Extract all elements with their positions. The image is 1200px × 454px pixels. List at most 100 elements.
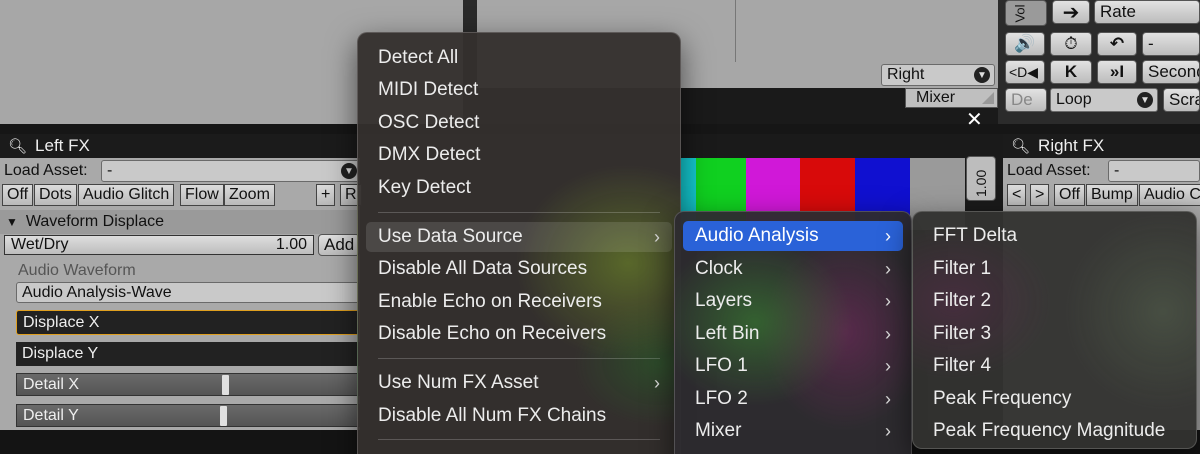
speaker-icon[interactable]: 🔊 [1005,32,1045,56]
menu-item-audio-analysis[interactable]: Audio Analysis › [683,221,903,251]
menu-item-clock[interactable]: Clock › [683,254,903,284]
menu-item-fft-delta[interactable]: FFT Delta [921,221,1188,251]
chevron-right-icon: › [885,420,891,441]
menu-item-label: Filter 4 [933,355,992,376]
menu-item-detect-all[interactable]: Detect All [366,43,672,73]
menu-item-label: Filter 3 [933,323,992,344]
audio-waveform-label: Audio Waveform [18,262,136,279]
rewind-icon[interactable]: K [1050,60,1092,84]
rate-value-field[interactable]: - [1142,32,1200,56]
next-arrow-button[interactable]: ➔ [1052,0,1090,24]
close-icon[interactable]: ✕ [966,107,983,132]
skip-forward-icon[interactable]: »I [1097,60,1137,84]
right-tab-off[interactable]: Off [1054,184,1086,206]
context-menu-main: Detect All MIDI Detect OSC Detect DMX De… [357,32,681,454]
center-preview-line [735,0,736,62]
wet-dry-slider[interactable]: Wet/Dry 1.00 [4,235,314,255]
de-button[interactable]: De [1005,88,1047,112]
menu-separator [378,212,660,213]
tab-label: Flow [185,186,219,203]
left-tab-dots[interactable]: Dots [34,184,77,206]
menu-item-disable-all-num-fx[interactable]: Disable All Num FX Chains [366,401,672,431]
wet-dry-value: 1.00 [275,236,307,253]
detail-x-slider[interactable]: Detail X [16,373,360,396]
menu-item-osc-detect[interactable]: OSC Detect [366,108,672,138]
second-field[interactable]: Second [1142,60,1200,84]
menu-item-midi-detect[interactable]: MIDI Detect [366,75,672,105]
menu-separator [378,358,660,359]
menu-item-label: Use Num FX Asset [378,372,539,393]
menu-item-lfo-1[interactable]: LFO 1 › [683,351,903,381]
menu-item-peak-frequency-magnitude[interactable]: Peak Frequency Magnitude [921,416,1188,446]
right-next-button[interactable]: > [1030,184,1050,206]
menu-item-peak-frequency[interactable]: Peak Frequency [921,384,1188,414]
menu-item-lfo-2[interactable]: LFO 2 › [683,384,903,414]
left-fx-title: Left FX [35,136,90,155]
tab-label: Dots [39,186,72,203]
chevron-down-icon: ▼ [1137,92,1153,108]
right-fx-title: Right FX [1038,136,1105,155]
menu-item-enable-echo[interactable]: Enable Echo on Receivers [366,287,672,317]
menu-item-use-num-fx-asset[interactable]: Use Num FX Asset › [366,368,672,398]
menu-item-filter-1[interactable]: Filter 1 [921,254,1188,284]
menu-item-disable-all-data-sources[interactable]: Disable All Data Sources [366,254,672,284]
left-load-asset-select[interactable]: - ▼ [101,160,360,182]
right-load-asset-label: Load Asset: [1007,162,1091,179]
menu-item-mixer[interactable]: Mixer › [683,416,903,446]
menu-item-filter-4[interactable]: Filter 4 [921,351,1188,381]
displace-x-label: Displace X [23,313,100,331]
left-fx-header: 🔍︎ Left FX [0,134,360,158]
displace-y-row[interactable]: Displace Y [16,342,360,366]
right-load-asset-value: - [1114,162,1120,179]
left-tab-flow[interactable]: Flow [180,184,224,206]
menu-item-label: Clock [695,258,743,279]
left-tab-audio-glitch[interactable]: Audio Glitch [78,184,175,206]
de-label: De [1011,90,1033,109]
level-slider[interactable]: 1.00 [966,156,996,201]
tab-label: R [345,186,357,203]
menu-item-label: Key Detect [378,177,471,198]
search-icon[interactable]: 🔍︎ [1011,137,1030,155]
mixer-label: Mixer [916,89,956,106]
search-icon[interactable]: 🔍︎ [8,137,27,155]
plus-icon: + [321,186,331,203]
undo-icon[interactable]: ↶ [1097,32,1137,56]
detail-y-slider[interactable]: Detail Y [16,404,360,427]
add-fx-button[interactable]: + [316,184,336,206]
menu-item-left-bin[interactable]: Left Bin › [683,319,903,349]
menu-item-disable-echo[interactable]: Disable Echo on Receivers [366,319,672,349]
right-select[interactable]: Right ▼ [881,64,995,86]
chevron-right-icon: › [885,323,891,344]
menu-item-key-detect[interactable]: Key Detect [366,173,672,203]
waveform-displace-header[interactable]: ▼ Waveform Displace [0,210,360,234]
scratch-button[interactable]: Scra [1163,88,1200,112]
scratch-back-icon[interactable]: <D◀ [1005,60,1045,84]
loop-select[interactable]: Loop ▼ [1050,88,1158,112]
menu-item-dmx-detect[interactable]: DMX Detect [366,140,672,170]
timer-icon[interactable]: ⏱ [1050,32,1092,56]
detail-y-knob[interactable] [220,406,227,426]
right-prev-button[interactable]: < [1007,184,1027,206]
displace-x-row[interactable]: Displace X [16,310,360,335]
audio-waveform-select[interactable]: Audio Analysis-Wave [16,282,360,303]
chevron-right-icon: › [885,258,891,279]
next-icon: > [1035,186,1045,203]
rate-field[interactable]: Rate [1094,0,1200,24]
menu-item-layers[interactable]: Layers › [683,286,903,316]
audio-waveform-value: Audio Analysis-Wave [22,283,172,301]
right-load-asset-select[interactable]: - [1108,160,1200,182]
left-tab-zoom[interactable]: Zoom [224,184,275,206]
chevron-right-icon: › [885,225,891,246]
displace-y-label: Displace Y [22,345,99,362]
detail-x-knob[interactable] [222,375,229,395]
right-tab-audio[interactable]: Audio C [1139,184,1200,206]
volume-slider[interactable]: Vol [1005,0,1047,26]
menu-item-filter-3[interactable]: Filter 3 [921,319,1188,349]
right-tab-bump[interactable]: Bump [1086,184,1138,206]
menu-item-label: LFO 1 [695,355,748,376]
add-button[interactable]: Add [318,234,360,256]
menu-item-filter-2[interactable]: Filter 2 [921,286,1188,316]
left-tab-off[interactable]: Off [2,184,34,206]
resize-icon[interactable] [982,92,994,104]
menu-item-use-data-source[interactable]: Use Data Source › [366,222,672,252]
